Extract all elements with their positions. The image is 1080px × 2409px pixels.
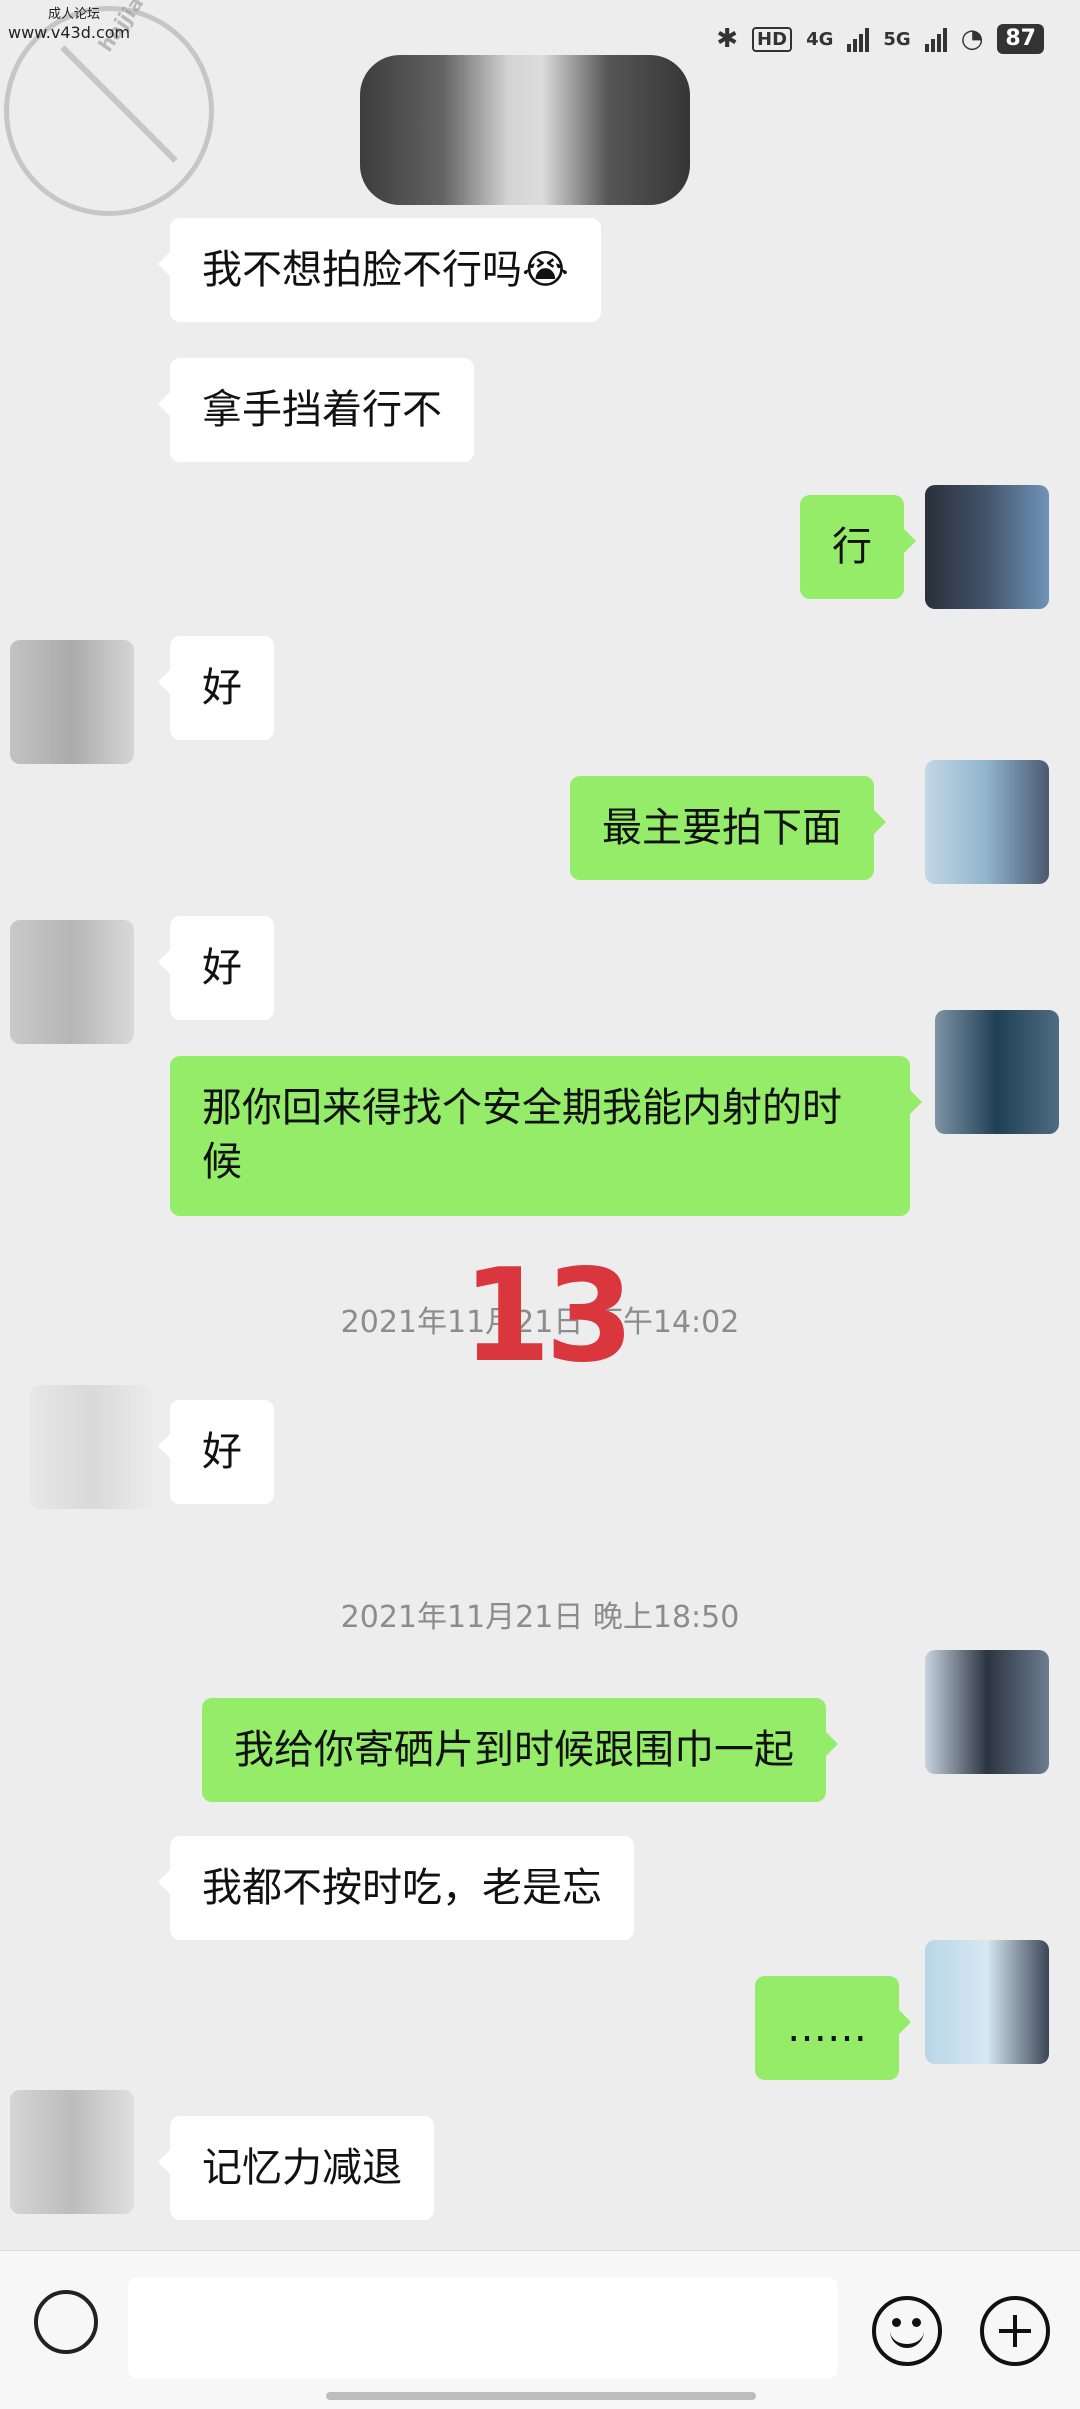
message-input[interactable] — [128, 2278, 838, 2378]
watermark-top-text: 成人论坛 — [48, 7, 101, 22]
contact-avatar[interactable] — [10, 920, 134, 1044]
message-bubble[interactable]: 好 — [158, 636, 274, 740]
network-5g-label: 5G — [883, 28, 911, 50]
my-avatar[interactable] — [935, 1010, 1059, 1134]
message-bubble[interactable]: 好 — [158, 1400, 274, 1504]
timestamp: 2021年11月21日 晚上18:50 — [340, 1600, 740, 1635]
battery-indicator: 87 — [997, 24, 1044, 54]
home-indicator[interactable] — [326, 2392, 756, 2400]
contact-avatar[interactable] — [10, 640, 134, 764]
overlay-number: 13 — [462, 1242, 634, 1391]
hd-label: HD — [752, 26, 793, 52]
message-bubble[interactable]: …… — [755, 1976, 911, 2080]
voice-input-icon[interactable] — [34, 2290, 98, 2354]
signal-icon — [847, 26, 870, 52]
contact-avatar[interactable] — [30, 1385, 154, 1509]
my-avatar[interactable] — [925, 1650, 1049, 1774]
message-bubble[interactable]: 我都不按时吃，老是忘 — [158, 1836, 634, 1940]
message-bubble[interactable]: 记忆力减退 — [158, 2116, 434, 2220]
plus-icon[interactable] — [980, 2296, 1050, 2366]
my-avatar[interactable] — [925, 1940, 1049, 2064]
status-bar-right: ✱ HD 4G 5G ◔ 87 — [716, 24, 1044, 54]
bluetooth-icon: ✱ — [716, 24, 739, 54]
my-avatar[interactable] — [925, 485, 1049, 609]
message-bubble[interactable]: 那你回来得找个安全期我能内射的时候 — [170, 1056, 922, 1216]
message-bubble[interactable]: 拿手挡着行不 — [158, 358, 474, 462]
redacted-contact-name — [360, 55, 690, 205]
my-avatar[interactable] — [925, 760, 1049, 884]
network-4g-label: 4G — [806, 28, 834, 50]
watermark-site-text: www.v43d.com — [8, 23, 131, 42]
message-bubble[interactable]: 我给你寄硒片到时候跟围巾一起 — [202, 1698, 838, 1802]
message-bubble[interactable]: 我不想拍脸不行吗😭 — [158, 218, 601, 322]
status-bar-left: 成人论坛 www.v43d.com — [8, 6, 130, 42]
signal-icon-2 — [924, 26, 947, 52]
contact-avatar[interactable] — [10, 2090, 134, 2214]
message-bubble[interactable]: 最主要拍下面 — [570, 776, 886, 880]
message-bubble[interactable]: 行 — [800, 495, 916, 599]
emoji-icon[interactable] — [872, 2296, 942, 2366]
message-bubble[interactable]: 好 — [158, 916, 274, 1020]
wifi-icon: ◔ — [960, 24, 984, 54]
